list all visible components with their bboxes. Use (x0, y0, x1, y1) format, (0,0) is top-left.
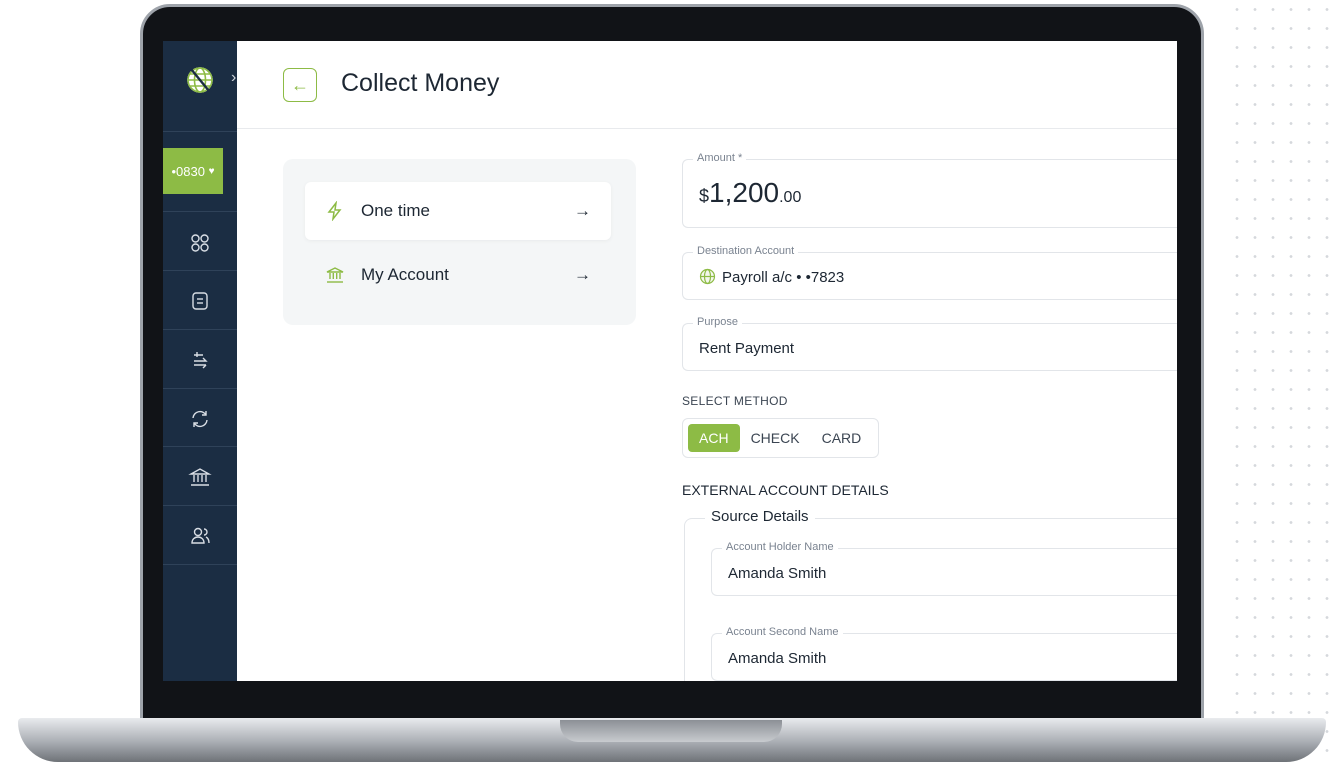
option-label: One time (361, 201, 430, 220)
method-ach[interactable]: ACH (688, 424, 740, 452)
purpose-label: Purpose (693, 316, 742, 328)
divider (163, 446, 237, 447)
lightning-icon (325, 201, 345, 221)
source-details-section: Source Details Account Holder Name Amand… (684, 508, 1177, 681)
method-card[interactable]: CARD (811, 424, 873, 452)
refresh-icon[interactable] (187, 406, 213, 432)
laptop-notch (560, 720, 782, 742)
dashboard-icon[interactable] (187, 230, 213, 256)
heart-icon: ♥ (208, 165, 215, 177)
account-holder-label: Account Holder Name (722, 541, 838, 553)
option-label: My Account (361, 265, 449, 284)
account-selector[interactable]: •0830 ♥ (163, 148, 223, 194)
collect-options-card: One time → My Account → (283, 159, 636, 325)
sidebar: › •0830 ♥ (163, 41, 237, 681)
amount-label: Amount * (693, 152, 747, 164)
source-details-legend: Source Details (705, 508, 815, 525)
option-one-time[interactable]: One time → (305, 182, 611, 240)
divider (163, 270, 237, 271)
external-account-details-label: EXTERNAL ACCOUNT DETAILS (682, 482, 889, 498)
amount-value: $1,200.00 (699, 177, 801, 209)
divider (163, 388, 237, 389)
account-holder-value: Amanda Smith (728, 565, 827, 582)
back-button[interactable]: ← (283, 68, 317, 102)
purpose-value: Rent Payment (699, 340, 795, 357)
expand-sidebar-icon[interactable]: › (231, 69, 236, 87)
globe-icon (699, 268, 716, 285)
destination-account-field[interactable]: Destination Account Payroll a/c • •7823 (682, 245, 1177, 300)
account-second-name-field[interactable]: Account Second Name Amanda Smith (711, 626, 1177, 681)
divider (163, 564, 237, 565)
amount-whole: 1,200 (709, 177, 780, 208)
destination-value: Payroll a/c • •7823 (699, 268, 844, 286)
account-second-value: Amanda Smith (728, 650, 827, 667)
users-icon[interactable] (187, 523, 213, 549)
bank-icon (325, 265, 345, 285)
account-holder-name-field[interactable]: Account Holder Name Amanda Smith (711, 541, 1177, 596)
amount-field[interactable]: Amount * $1,200.00 (682, 152, 1177, 228)
dot-pattern (1228, 0, 1340, 762)
arrow-right-icon: → (574, 265, 591, 284)
currency-symbol: $ (699, 186, 710, 206)
divider (163, 131, 237, 132)
destination-label: Destination Account (693, 245, 799, 257)
account-pill-label: •0830 (171, 163, 205, 179)
option-my-account[interactable]: My Account → (305, 246, 611, 304)
document-icon[interactable] (187, 288, 213, 314)
page-title: Collect Money (341, 69, 500, 97)
method-selector: ACH CHECK CARD (682, 418, 879, 458)
destination-text: Payroll a/c • •7823 (722, 269, 845, 286)
purpose-field[interactable]: Purpose Rent Payment (682, 316, 1177, 371)
arrow-right-icon: → (574, 201, 591, 220)
bank-icon[interactable] (187, 464, 213, 490)
globe-logo-icon[interactable] (183, 63, 217, 97)
select-method-label: SELECT METHOD (682, 394, 788, 408)
account-second-label: Account Second Name (722, 626, 843, 638)
divider (163, 329, 237, 330)
app-screen: › •0830 ♥ ← Collect Money One time → My … (163, 41, 1177, 681)
amount-decimal: .00 (779, 189, 802, 206)
method-check[interactable]: CHECK (740, 424, 811, 452)
page-header: ← Collect Money (237, 41, 1177, 129)
transfer-icon[interactable] (187, 347, 213, 373)
divider (163, 505, 237, 506)
divider (163, 211, 237, 212)
